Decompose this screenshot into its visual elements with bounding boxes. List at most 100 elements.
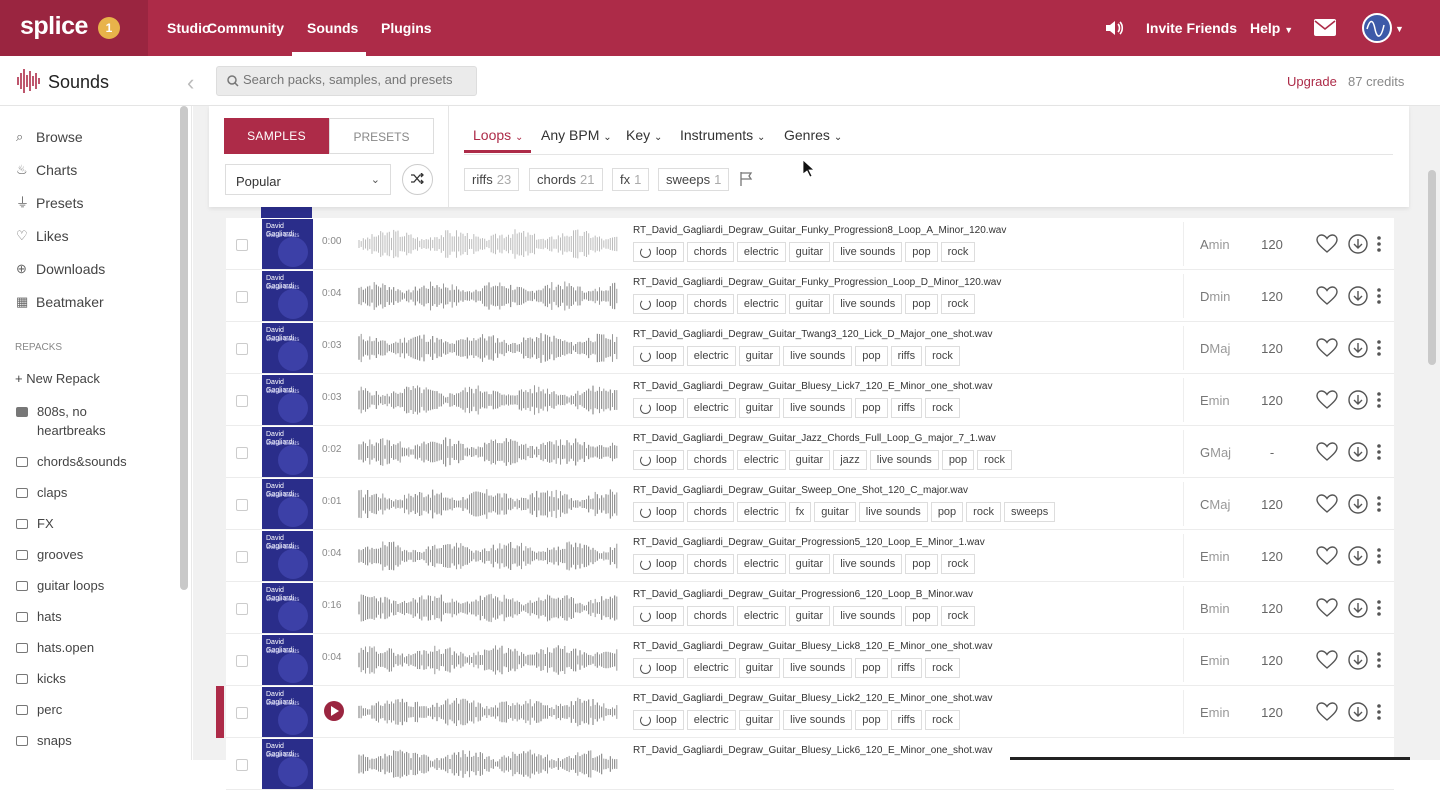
- tag[interactable]: electric: [686, 710, 736, 730]
- folder-hats[interactable]: hats: [16, 609, 62, 624]
- tag[interactable]: rock: [925, 658, 960, 678]
- volume-icon[interactable]: [1104, 18, 1124, 38]
- download-icon[interactable]: [1348, 234, 1368, 254]
- sidebar-item-downloads[interactable]: ⊕ Downloads: [16, 261, 105, 277]
- sort-select[interactable]: Popular ⌄: [225, 164, 391, 195]
- tag[interactable]: electric: [736, 502, 786, 522]
- pack-thumbnail[interactable]: David Gagliardi Guitar Beats: [262, 635, 313, 685]
- mail-icon[interactable]: [1314, 19, 1336, 36]
- tag[interactable]: rock: [925, 346, 960, 366]
- tag[interactable]: electric: [736, 606, 786, 626]
- tag[interactable]: jazz: [833, 450, 867, 470]
- tag[interactable]: riffs: [890, 398, 923, 418]
- tag[interactable]: guitar: [738, 710, 781, 730]
- tag[interactable]: rock: [925, 710, 960, 730]
- upgrade-link[interactable]: Upgrade: [1287, 74, 1337, 89]
- shuffle-button[interactable]: [402, 164, 433, 195]
- pack-thumbnail[interactable]: David Gagliardi Guitar Beats: [262, 323, 313, 373]
- download-icon[interactable]: [1348, 494, 1368, 514]
- tag[interactable]: live sounds: [833, 606, 903, 626]
- more-options-icon[interactable]: [1376, 600, 1382, 616]
- sidebar-item-presets[interactable]: ⏚ Presets: [16, 195, 83, 211]
- sidebar-item-likes[interactable]: ♡ Likes: [16, 228, 69, 244]
- download-icon[interactable]: [1348, 702, 1368, 722]
- waveform[interactable]: [358, 380, 618, 420]
- chip-sweeps[interactable]: sweeps 1: [658, 168, 730, 191]
- heart-icon[interactable]: [1316, 442, 1338, 462]
- pack-thumbnail[interactable]: David Gagliardi Guitar Beats: [262, 427, 313, 477]
- tag[interactable]: guitar: [788, 450, 831, 470]
- folder-fx[interactable]: FX: [16, 516, 54, 531]
- tag[interactable]: pop: [930, 502, 964, 522]
- waveform[interactable]: [358, 484, 618, 524]
- loop-tag[interactable]: loop: [633, 294, 684, 314]
- sample-filename[interactable]: RT_David_Gagliardi_Degraw_Guitar_Bluesy_…: [633, 381, 992, 392]
- tag[interactable]: chords: [686, 606, 734, 626]
- tag[interactable]: rock: [925, 398, 960, 418]
- download-icon[interactable]: [1348, 650, 1368, 670]
- tag[interactable]: guitar: [738, 658, 781, 678]
- tag[interactable]: live sounds: [833, 294, 903, 314]
- folder-claps[interactable]: claps: [16, 485, 67, 500]
- tag[interactable]: guitar: [814, 502, 856, 522]
- sample-filename[interactable]: RT_David_Gagliardi_Degraw_Guitar_Sweep_O…: [633, 485, 968, 496]
- sample-filename[interactable]: RT_David_Gagliardi_Degraw_Guitar_Twang3_…: [633, 329, 992, 340]
- loop-tag[interactable]: loop: [633, 398, 684, 418]
- tag[interactable]: chords: [686, 554, 734, 574]
- chip-riffs[interactable]: riffs 23: [464, 168, 520, 191]
- pack-thumbnail[interactable]: David Gagliardi Guitar Beats: [262, 583, 313, 633]
- waveform[interactable]: [358, 276, 618, 316]
- tag[interactable]: rock: [940, 554, 976, 574]
- tag[interactable]: guitar: [788, 606, 831, 626]
- heart-icon[interactable]: [1316, 494, 1338, 514]
- nav-plugins[interactable]: Plugins: [381, 20, 432, 36]
- main-scrollbar[interactable]: [1428, 170, 1436, 365]
- tag[interactable]: live sounds: [833, 554, 903, 574]
- waveform[interactable]: [358, 536, 618, 576]
- pack-thumbnail[interactable]: David Gagliardi Guitar Beats: [262, 271, 313, 321]
- tag[interactable]: pop: [905, 606, 938, 626]
- tag[interactable]: riffs: [890, 346, 923, 366]
- sidebar-item-charts[interactable]: ♨ Charts: [16, 162, 77, 178]
- help-menu[interactable]: Help ▼: [1250, 20, 1293, 36]
- tag[interactable]: rock: [977, 450, 1012, 470]
- tag[interactable]: electric: [736, 450, 786, 470]
- tag[interactable]: riffs: [890, 658, 923, 678]
- tag[interactable]: guitar: [788, 242, 831, 262]
- loop-tag[interactable]: loop: [633, 242, 684, 262]
- folder-perc[interactable]: perc: [16, 702, 62, 717]
- splice-logo[interactable]: splice 1: [0, 0, 148, 56]
- tag[interactable]: rock: [940, 294, 976, 314]
- row-checkbox[interactable]: [236, 447, 248, 459]
- tag[interactable]: rock: [940, 242, 976, 262]
- folder-chords-sounds[interactable]: chords&sounds: [16, 454, 127, 469]
- pack-thumbnail[interactable]: David Gagliardi Guitar Beats: [262, 739, 313, 789]
- tag[interactable]: live sounds: [833, 242, 903, 262]
- tag[interactable]: electric: [686, 346, 736, 366]
- waveform[interactable]: [358, 432, 618, 472]
- sample-row[interactable]: David Gagliardi Guitar Beats 0:16 RT_David_…: [226, 582, 1394, 634]
- more-options-icon[interactable]: [1376, 340, 1382, 356]
- tag[interactable]: chords: [686, 242, 734, 262]
- folder-808s[interactable]: 808s, no: [16, 404, 87, 419]
- tag[interactable]: live sounds: [783, 658, 853, 678]
- tag[interactable]: live sounds: [783, 710, 853, 730]
- loop-tag[interactable]: loop: [633, 658, 684, 678]
- folder-kicks[interactable]: kicks: [16, 671, 66, 686]
- heart-icon[interactable]: [1316, 234, 1338, 254]
- tag[interactable]: pop: [855, 658, 888, 678]
- sample-row[interactable]: David Gagliardi Guitar Beats 0:01 RT_David_…: [226, 478, 1394, 530]
- sample-row[interactable]: David Gagliardi Guitar Beats 0:02 RT_David_…: [226, 426, 1394, 478]
- heart-icon[interactable]: [1316, 546, 1338, 566]
- sample-filename[interactable]: RT_David_Gagliardi_Degraw_Guitar_Funky_P…: [633, 277, 1001, 288]
- download-icon[interactable]: [1348, 338, 1368, 358]
- more-options-icon[interactable]: [1376, 444, 1382, 460]
- sample-row[interactable]: David Gagliardi Guitar Beats 0:03 RT_David_…: [226, 322, 1394, 374]
- sample-row[interactable]: David Gagliardi Guitar Beats 0:03 RT_David_…: [226, 374, 1394, 426]
- waveform[interactable]: [358, 640, 618, 680]
- download-icon[interactable]: [1348, 598, 1368, 618]
- tag[interactable]: riffs: [890, 710, 923, 730]
- sample-filename[interactable]: RT_David_Gagliardi_Degraw_Guitar_Jazz_Ch…: [633, 433, 996, 444]
- sidebar-item-browse[interactable]: ⌕ Browse: [16, 129, 83, 145]
- more-options-icon[interactable]: [1376, 496, 1382, 512]
